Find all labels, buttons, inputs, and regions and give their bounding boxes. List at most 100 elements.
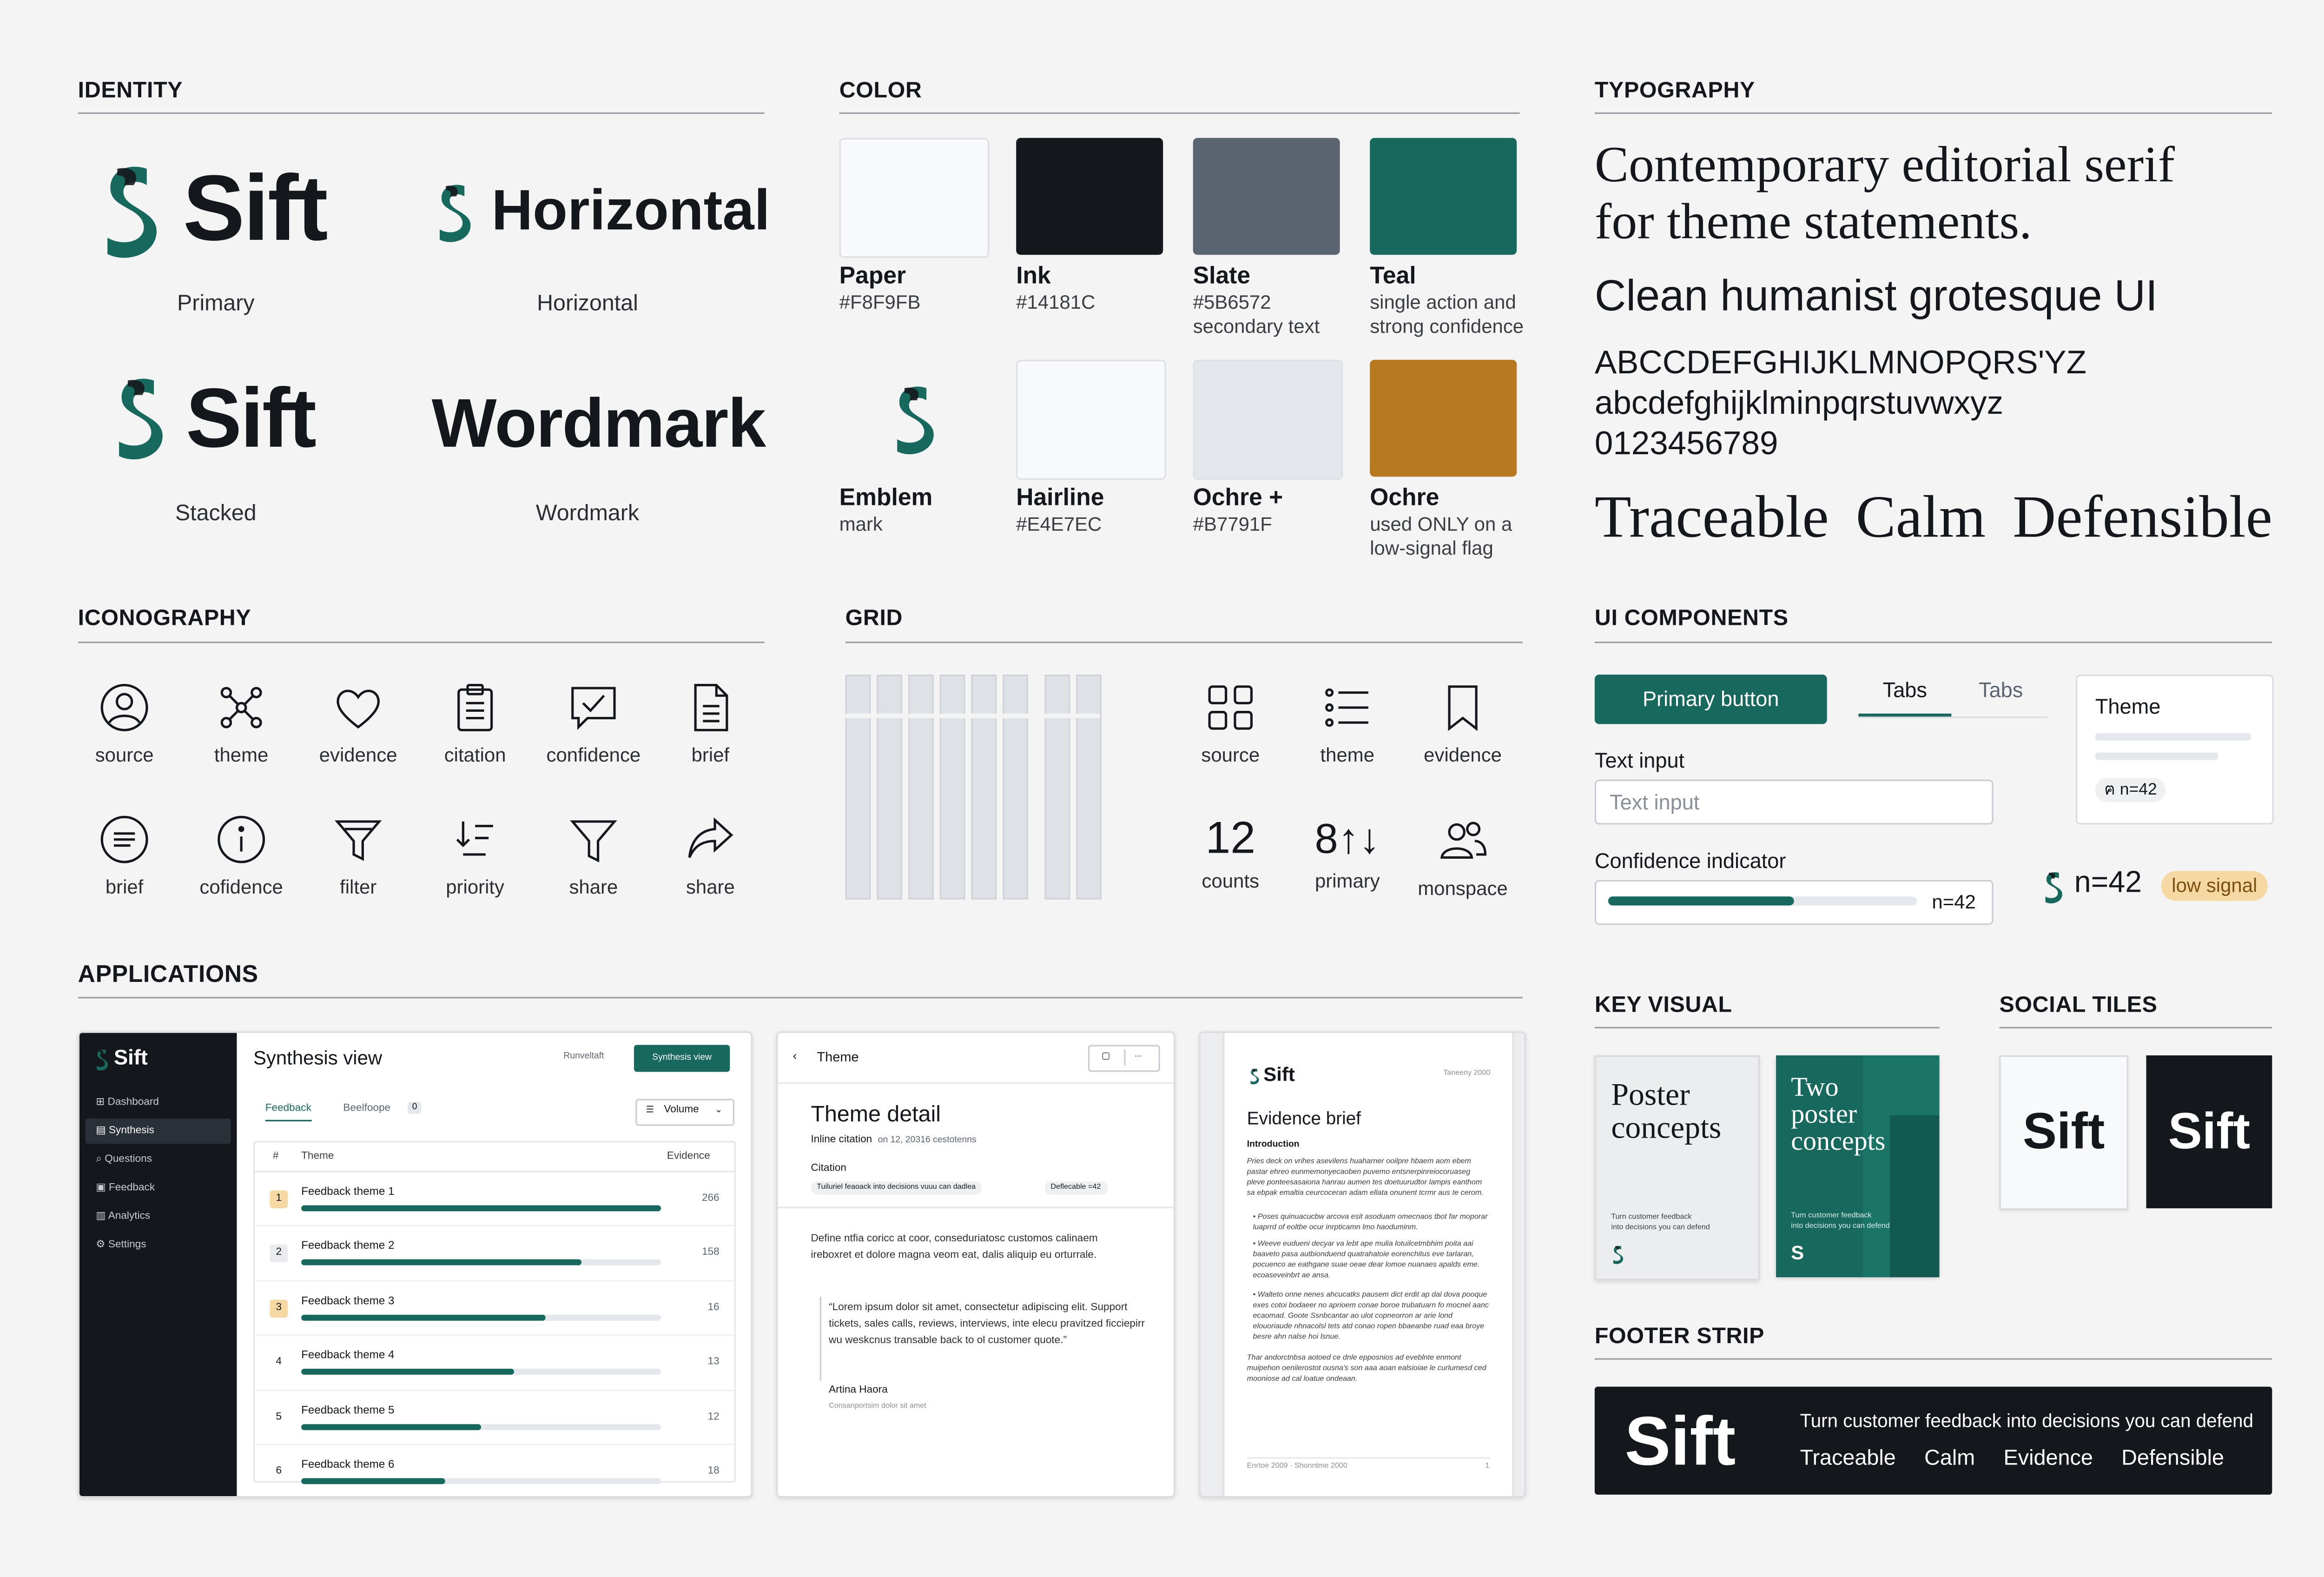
row-evidence-value: 266 [702,1193,720,1204]
swatch-teal [1370,138,1517,255]
brief-closing: Thar andorctnbsa aotoed ce dnle epposnio… [1247,1353,1486,1384]
tab-active[interactable]: Tabs [1858,677,1952,717]
poster-light: Poster concepts Turn customer feedback int… [1594,1055,1760,1280]
chip-icon: ฅ [2104,781,2120,799]
row-rank: 5 [276,1411,282,1422]
primary-button[interactable]: Primary button [1594,675,1827,724]
brief-bullet: • Poses quinuacucbw arcova esit asoduam … [1253,1213,1488,1232]
evidence-brief-mock: Sift Taneeny 2000 Evidence brief Introdu… [1199,1031,1526,1498]
row-evidence-track [301,1205,661,1212]
poster-dark-panel [1890,1115,1940,1278]
tab-feedback[interactable]: Feedback [265,1103,311,1121]
table-row[interactable]: 6 Feedback theme 6 18 [255,1445,734,1496]
logo-horizontal-word: Horizontal [491,179,770,243]
sidebar-item-label: Analytics [108,1211,151,1222]
chevron-down-icon: ⌄ [715,1106,723,1116]
ui-components-rule [1594,642,2272,643]
confidence-fill [1608,896,1794,906]
row-evidence-bar [301,1423,482,1430]
row-evidence-track [301,1369,661,1375]
icon-citation: citation [416,681,534,766]
synthesis-rows: 1 Feedback theme 1 266 2 Feedback theme 2 158… [255,1173,735,1496]
grid-title: GRID [845,605,903,631]
table-row[interactable]: 5 Feedback theme 5 12 [255,1391,735,1445]
sidebar-item-questions[interactable]: ⌕ Questions [86,1147,231,1173]
sort-select[interactable]: ☰ Volume ⌄ [635,1099,735,1126]
secondary-action-link[interactable]: Runveltaft [563,1053,604,1061]
swatch-teal-label: Teal single action and strong confidence [1370,264,1524,338]
swatch-ochre-plus-label: Ochre + #B7791F [1193,485,1283,536]
row-evidence-bar [301,1478,445,1484]
sift-emblem-icon: S [1791,1241,1804,1264]
swatch-paper [839,138,990,258]
confidence-track [1608,896,1917,906]
row-rank: 1 [270,1190,288,1208]
row-evidence-bar [301,1259,582,1266]
sift-emblem-icon [1250,1068,1259,1085]
type-serif-sample: Contemporary editorial serif for theme s… [1594,138,2175,251]
key-visual-title: KEY VISUAL [1594,992,1732,1018]
logo-primary-word: Sift [183,157,328,261]
sidebar-item-analytics[interactable]: ▥ Analytics [86,1204,231,1229]
sidebar-item-label: Settings [108,1239,146,1251]
sidebar-item-label: Questions [105,1154,152,1165]
heart-icon [337,689,380,729]
theme-detail-mock: ‹ Theme ▢ ⋯ Theme detail Inline citation… [776,1031,1175,1498]
copy-icon[interactable]: ▢ [1102,1051,1110,1061]
sift-emblem-icon [1613,1246,1624,1264]
synthesis-view-mock: Sift ⊞ Dashboard ▤ Synthesis ⌕ Questions ▣ … [78,1031,753,1498]
tab-beelfoope[interactable]: Beelfoope [343,1103,390,1114]
app-sidebar: Sift ⊞ Dashboard ▤ Synthesis ⌕ Questions ▣ … [79,1033,237,1497]
synthesis-primary-button[interactable]: Synthesis view [634,1045,730,1072]
theme-back-label[interactable]: Theme [817,1049,858,1064]
network-icon [220,687,262,729]
typography-rule [1594,112,2272,114]
chevron-left-icon[interactable]: ‹ [793,1049,797,1063]
row-evidence-bar [301,1314,546,1321]
social-tiles-title: SOCIAL TILES [1999,992,2158,1018]
nav-icon: ⚙ [96,1239,108,1251]
sidebar-item-label: Feedback [108,1183,155,1193]
text-input[interactable]: Text input [1594,779,1994,825]
sidebar-item-label: Dashboard [107,1097,159,1108]
type-sans-sample: Clean humanist grotesque UI [1594,272,2158,321]
brief-page: Sift Taneeny 2000 Evidence brief Introdu… [1224,1033,1512,1497]
typography-title: TYPOGRAPHY [1594,78,1755,104]
sidebar-item-dashboard[interactable]: ⊞ Dashboard [86,1090,231,1115]
chat-check-icon [571,687,616,730]
sidebar-item-synthesis[interactable]: ▤ Synthesis [85,1118,231,1144]
tab-badge: 0 [408,1102,422,1114]
lines-circle-icon [100,815,148,863]
sidebar-item-feedback[interactable]: ▣ Feedback [86,1175,231,1201]
icon-share-2: share [652,813,769,898]
table-row[interactable]: 3 Feedback theme 3 16 [255,1281,735,1336]
theme-detail-title: Theme detail [811,1102,941,1127]
logo-stacked-word: Sift [185,370,317,465]
brief-title: Evidence brief [1247,1107,1361,1129]
social-tiles-rule [1999,1027,2272,1029]
icon-priority: priority [416,813,534,898]
table-row[interactable]: 4 Feedback theme 4 13 [255,1336,735,1391]
row-theme-label: Feedback theme 6 [301,1457,395,1471]
row-rank: 4 [276,1357,282,1368]
identity-title: IDENTITY [78,78,183,104]
logo-stacked-caption: Stacked [175,500,257,526]
table-row[interactable]: 2 Feedback theme 2 158 [255,1227,735,1282]
logo-wordmark: Wordmark [431,384,766,462]
theme-card[interactable]: Theme ฅ n=42 [2075,675,2274,825]
row-theme-label: Feedback theme 4 [301,1348,395,1362]
confidence-indicator: n=42 [1594,880,1994,925]
more-icon[interactable]: ⋯ [1135,1053,1142,1063]
grid-rule [845,642,1523,643]
table-row[interactable]: 1 Feedback theme 1 266 [255,1173,735,1227]
theme-detail-paragraph: Define ntfia coricc at coor, conseduriat… [811,1233,1098,1261]
poster-dark-headline: Two poster concepts [1791,1072,1886,1156]
footer-strip-title: FOOTER STRIP [1594,1324,1765,1350]
sidebar-item-settings[interactable]: ⚙ Settings [86,1232,231,1258]
iconography-rule [78,642,765,643]
tab-inactive[interactable]: Tabs [1954,677,2047,713]
icon-brief: brief [652,681,769,766]
poster-light-tagline: Turn customer feedback into decisions you… [1611,1213,1710,1232]
quote-author: Artina Haora [829,1385,888,1396]
sort-icon [456,822,493,856]
